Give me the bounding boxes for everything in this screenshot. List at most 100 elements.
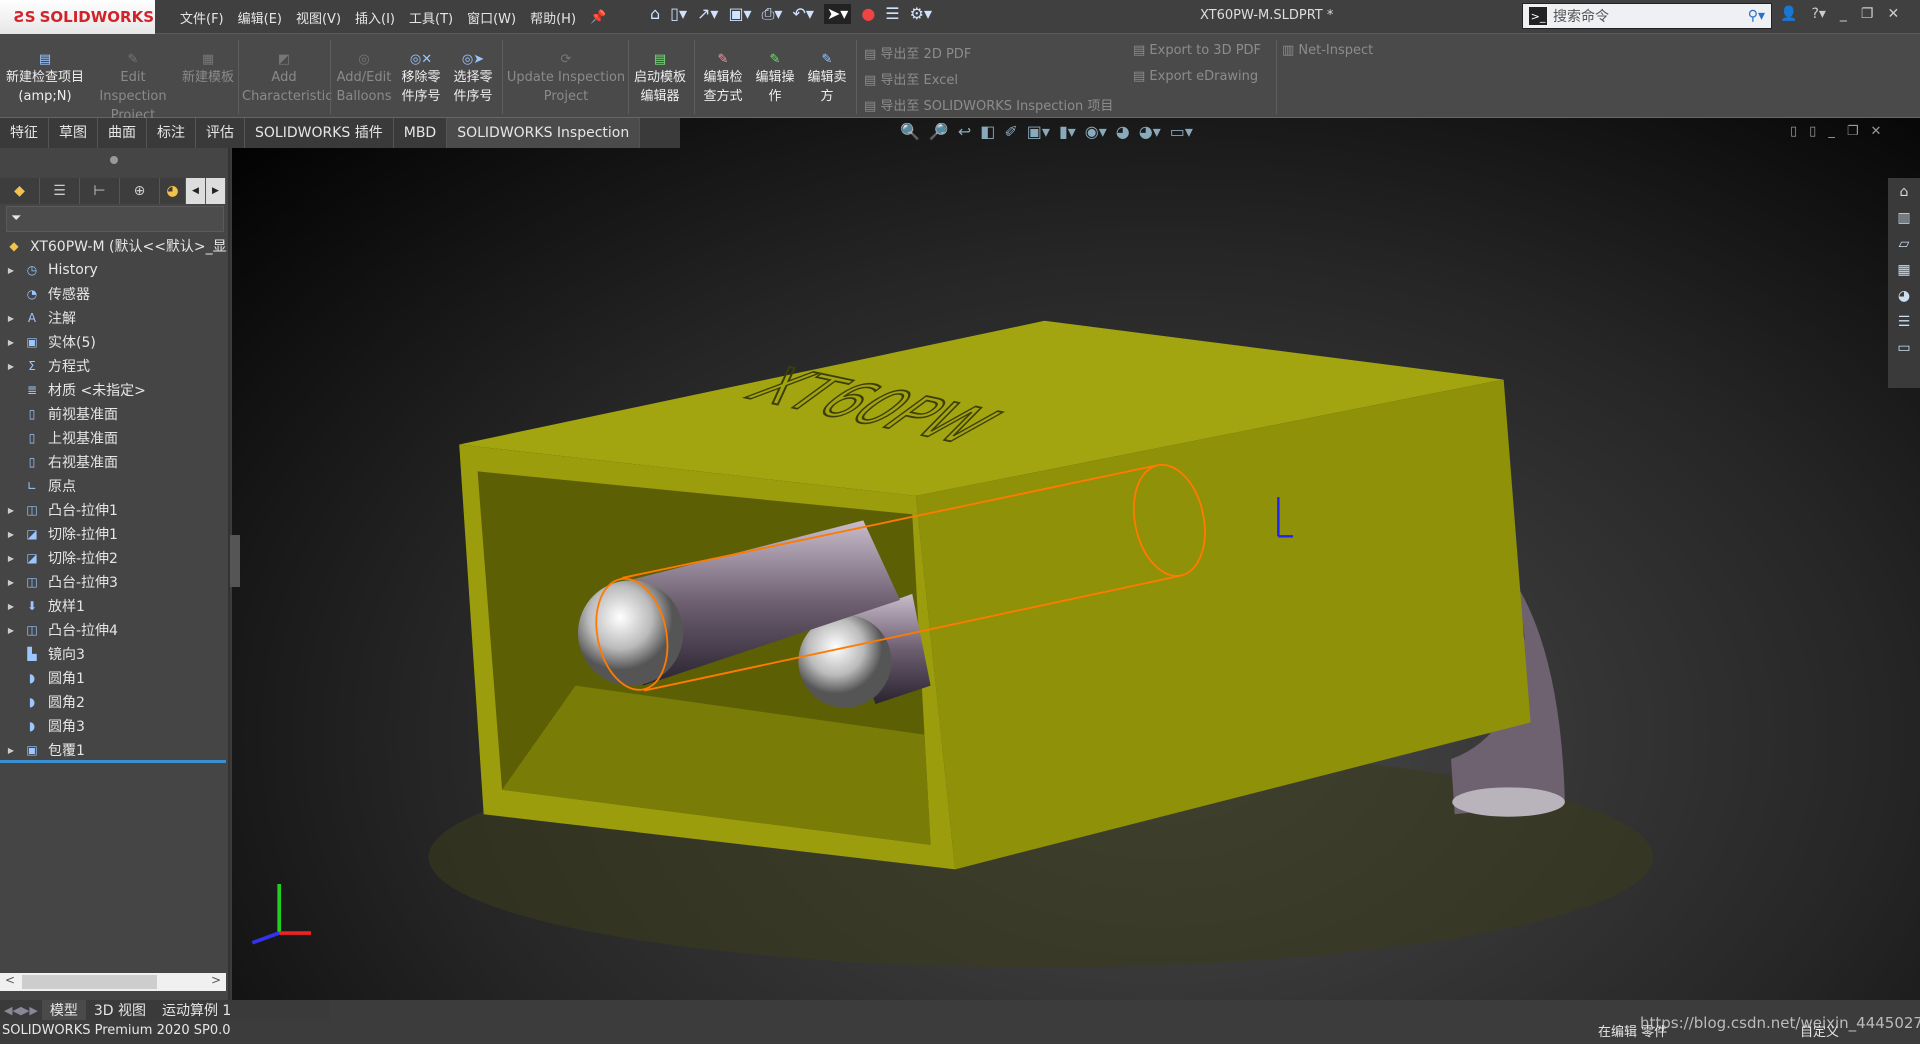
- export-3d-pdf-button[interactable]: ▤ Export to 3D PDF: [1133, 43, 1261, 58]
- new-document-icon[interactable]: ▯▾: [670, 4, 687, 24]
- tree-item[interactable]: ▯ 前视基准面: [0, 402, 230, 426]
- scroll-right-icon[interactable]: ▶: [206, 178, 226, 204]
- tab-motion-study[interactable]: 运动算例 1: [154, 1000, 239, 1020]
- tab-addins[interactable]: SOLIDWORKS 插件: [245, 118, 394, 148]
- tab-inspection[interactable]: SOLIDWORKS Inspection: [447, 118, 641, 148]
- expand-arrow-icon[interactable]: ▶: [0, 530, 22, 539]
- view-orientation-icon[interactable]: ▣▾: [1027, 122, 1050, 141]
- tree-root-part[interactable]: ◆ XT60PW-M (默认<<默认>_显: [0, 234, 230, 258]
- tree-item[interactable]: ▙ 镜向3: [0, 642, 230, 666]
- view-palette-icon[interactable]: ▦: [1897, 262, 1910, 278]
- tree-filter-input[interactable]: ⏷: [6, 206, 224, 232]
- tab-model[interactable]: 模型: [41, 1000, 86, 1020]
- export-excel-button[interactable]: ▤ 导出至 Excel: [864, 69, 958, 88]
- options-gear-icon[interactable]: ⚙▾: [910, 4, 932, 24]
- edit-operation-button[interactable]: ✎ 编辑操作: [750, 50, 800, 106]
- search-commands-input[interactable]: >_ 搜索命令 ⚲▾: [1522, 3, 1772, 29]
- search-icon[interactable]: ⚲▾: [1748, 8, 1765, 24]
- tree-item[interactable]: ▶ ▣ 实体(5): [0, 330, 230, 354]
- expand-arrow-icon[interactable]: ▶: [0, 746, 22, 755]
- update-inspection-project-button[interactable]: ⟳ Update Inspection Project: [506, 50, 626, 106]
- close-icon[interactable]: ✕: [1887, 6, 1899, 22]
- appearances-icon[interactable]: ◕: [1898, 288, 1910, 304]
- file-properties-icon[interactable]: ☰: [885, 4, 899, 24]
- menu-insert[interactable]: 插入(I): [355, 8, 395, 27]
- tree-item[interactable]: ▯ 右视基准面: [0, 450, 230, 474]
- tab-annotation[interactable]: 标注: [147, 118, 196, 148]
- net-inspect-button[interactable]: ▥ Net-Inspect: [1282, 43, 1373, 58]
- pin-icon[interactable]: 📌: [590, 10, 606, 25]
- apply-scene-icon[interactable]: ◕▾: [1139, 122, 1161, 141]
- add-characteristic-button[interactable]: ◩ Add Characteristic: [242, 50, 332, 106]
- restore-icon[interactable]: ❐: [1861, 6, 1874, 22]
- expand-arrow-icon[interactable]: ▶: [0, 578, 22, 587]
- menu-view[interactable]: 视图(V): [296, 8, 341, 27]
- units-selector[interactable]: 自定义: [1800, 1022, 1839, 1044]
- vp-minimize-icon[interactable]: _: [1828, 124, 1835, 139]
- expand-arrow-icon[interactable]: ▶: [0, 338, 22, 347]
- select-icon[interactable]: ➤▾: [823, 4, 852, 24]
- rollback-bar[interactable]: [0, 760, 226, 763]
- tree-item[interactable]: ▶ A 注解: [0, 306, 230, 330]
- user-icon[interactable]: 👤: [1780, 6, 1797, 22]
- export-edrawing-button[interactable]: ▤ Export eDrawing: [1133, 69, 1258, 84]
- tree-item[interactable]: ∟ 原点: [0, 474, 230, 498]
- launch-template-editor-button[interactable]: ▤ 启动模板编辑器: [632, 50, 688, 106]
- tab-nav-arrows-icon[interactable]: ◀◀▶▶: [0, 1004, 42, 1017]
- rebuild-icon[interactable]: ●: [861, 4, 875, 24]
- custom-properties-icon[interactable]: ☰: [1898, 314, 1911, 330]
- tree-item[interactable]: ▶ ◫ 凸台-拉伸4: [0, 618, 230, 642]
- split-view2-icon[interactable]: ▯: [1809, 124, 1816, 139]
- property-manager-tab-icon[interactable]: ☰: [40, 178, 80, 204]
- expand-arrow-icon[interactable]: ▶: [0, 506, 22, 515]
- expand-arrow-icon[interactable]: ▶: [0, 266, 22, 275]
- home-icon[interactable]: ⌂: [650, 4, 660, 24]
- configuration-manager-tab-icon[interactable]: ⊢: [80, 178, 120, 204]
- forum-icon[interactable]: ▭: [1897, 340, 1910, 356]
- zoom-to-fit-icon[interactable]: 🔍: [900, 122, 920, 141]
- tree-item[interactable]: ▶ Σ 方程式: [0, 354, 230, 378]
- expand-arrow-icon[interactable]: ▶: [0, 362, 22, 371]
- tree-item[interactable]: ≣ 材质 <未指定>: [0, 378, 230, 402]
- feature-manager-tab-icon[interactable]: ◆: [0, 178, 40, 204]
- menu-help[interactable]: 帮助(H): [530, 8, 576, 27]
- new-template-button[interactable]: ▦ 新建模板: [182, 50, 234, 87]
- tab-sketch[interactable]: 草图: [49, 118, 98, 148]
- tree-item[interactable]: ◗ 圆角3: [0, 714, 230, 738]
- help-icon[interactable]: ?▾: [1811, 6, 1825, 22]
- dimxpert-tab-icon[interactable]: ⊕: [120, 178, 160, 204]
- scrollbar-thumb[interactable]: [22, 975, 157, 989]
- tree-item[interactable]: ▶ ◫ 凸台-拉伸3: [0, 570, 230, 594]
- previous-view-icon[interactable]: ↩: [958, 122, 971, 141]
- vp-restore-icon[interactable]: ❐: [1847, 124, 1859, 139]
- undo-icon[interactable]: ↶▾: [792, 4, 813, 24]
- edit-inspection-project-button[interactable]: ✎ Edit Inspection Project: [88, 50, 178, 125]
- export-inspection-project-button[interactable]: ▤ 导出至 SOLIDWORKS Inspection 项目: [864, 95, 1113, 114]
- save-icon[interactable]: ▣▾: [728, 4, 751, 24]
- edit-vendor-button[interactable]: ✎ 编辑卖方: [802, 50, 852, 106]
- view-settings-icon[interactable]: ▭▾: [1170, 122, 1193, 141]
- tree-item[interactable]: ◗ 圆角2: [0, 690, 230, 714]
- hide-show-icon[interactable]: ◉▾: [1085, 122, 1107, 141]
- vp-close-icon[interactable]: ✕: [1870, 124, 1881, 139]
- menu-edit[interactable]: 编辑(E): [238, 8, 282, 27]
- design-library-icon[interactable]: ▥: [1897, 210, 1910, 226]
- add-edit-balloons-button[interactable]: ◎ Add/Edit Balloons: [334, 50, 394, 106]
- tree-item[interactable]: ▶ ◷ History: [0, 258, 230, 282]
- tab-mbd[interactable]: MBD: [394, 118, 448, 148]
- print-icon[interactable]: ⎙▾: [762, 4, 783, 24]
- tab-3d-views[interactable]: 3D 视图: [86, 1000, 154, 1020]
- menu-file[interactable]: 文件(F): [180, 8, 224, 27]
- expand-arrow-icon[interactable]: ▶: [0, 626, 22, 635]
- zoom-area-icon[interactable]: 🔎: [929, 122, 949, 141]
- expand-arrow-icon[interactable]: ▶: [0, 602, 22, 611]
- tree-item[interactable]: ▶ ◪ 切除-拉伸1: [0, 522, 230, 546]
- dynamic-annotation-icon[interactable]: ✐: [1004, 122, 1017, 141]
- tree-item[interactable]: ◔ 传感器: [0, 282, 230, 306]
- display-manager-tab-icon[interactable]: ◕: [160, 178, 186, 204]
- select-balloon-button[interactable]: ◎➤ 选择零件序号: [448, 50, 498, 106]
- edit-inspection-method-button[interactable]: ✎ 编辑检查方式: [698, 50, 748, 106]
- resources-home-icon[interactable]: ⌂: [1900, 184, 1909, 200]
- expand-arrow-icon[interactable]: ▶: [0, 554, 22, 563]
- scroll-left-icon[interactable]: ◀: [186, 178, 206, 204]
